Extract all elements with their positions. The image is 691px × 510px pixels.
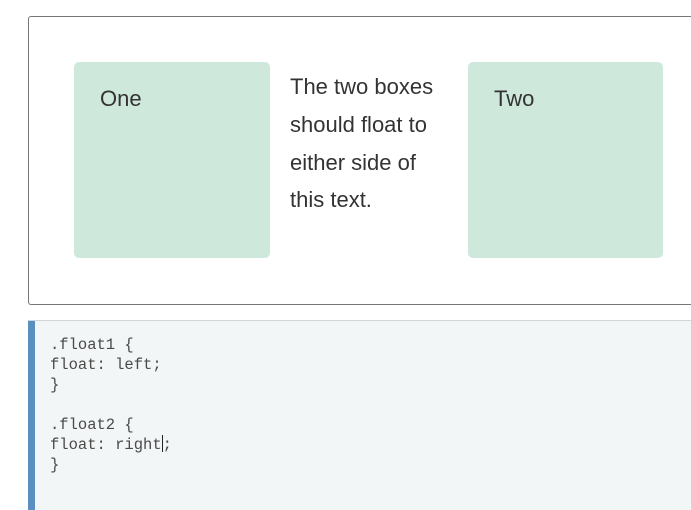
float-box-one-label: One — [100, 86, 142, 111]
code-line[interactable]: float: left; — [50, 355, 172, 375]
code-line-after-caret[interactable]: ; — [163, 436, 172, 454]
code-line[interactable] — [50, 395, 172, 415]
float-demo-container: One Two The two boxes should float to ei… — [74, 62, 663, 258]
code-editor-accent-bar — [28, 321, 35, 510]
output-preview-panel: One Two The two boxes should float to ei… — [28, 16, 691, 305]
css-code-editor[interactable]: .float1 {float: left;} .float2 {float: ri… — [28, 320, 691, 510]
float-box-two: Two — [468, 62, 663, 258]
code-line[interactable]: .float1 { — [50, 335, 172, 355]
float-box-one: One — [74, 62, 270, 258]
float-box-two-label: Two — [494, 86, 535, 111]
code-line-with-caret[interactable]: float: right; — [50, 435, 172, 455]
code-line[interactable]: } — [50, 375, 172, 395]
demo-paragraph: The two boxes should float to either sid… — [290, 74, 434, 213]
code-line[interactable]: } — [50, 455, 172, 475]
code-line-before-caret[interactable]: float: right — [50, 436, 162, 454]
code-line[interactable]: .float2 { — [50, 415, 172, 435]
code-text[interactable]: .float1 {float: left;} .float2 {float: ri… — [50, 335, 172, 475]
